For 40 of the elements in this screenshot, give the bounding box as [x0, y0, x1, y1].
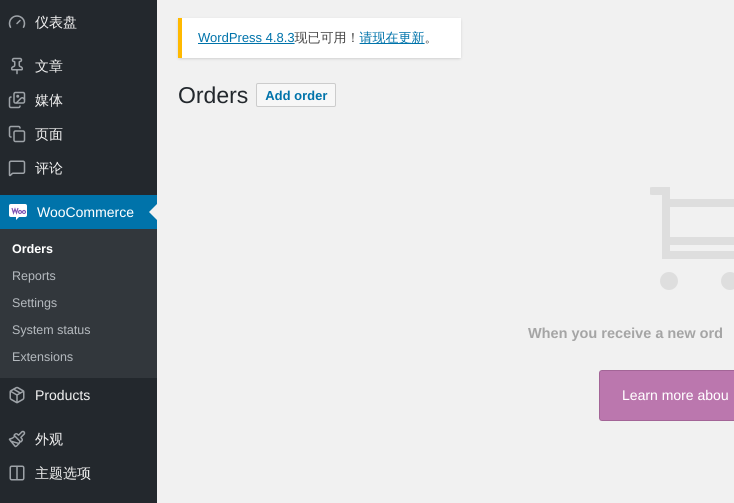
submenu-item[interactable]: Settings — [0, 290, 157, 317]
menu-label: 评论 — [35, 158, 63, 178]
menu-label: 文章 — [35, 56, 63, 76]
version-link[interactable]: WordPress 4.8.3 — [198, 28, 295, 48]
bubble-icon — [8, 203, 28, 221]
submenu-item[interactable]: Extensions — [0, 344, 157, 371]
submenu-item[interactable]: System status — [0, 317, 157, 344]
menu-item[interactable]: 页面 — [0, 117, 157, 151]
images-icon — [8, 91, 26, 109]
menu-item[interactable]: 主题选项 — [0, 456, 157, 490]
menu-label: WooCommerce — [37, 202, 134, 222]
notice-text: 现已可用！ — [294, 29, 360, 48]
menu-label: 主题选项 — [35, 464, 91, 482]
menu-label: 外观 — [35, 430, 63, 448]
menu-label: 媒体 — [35, 90, 63, 110]
menu-label: 仪表盘 — [35, 12, 77, 32]
pages-icon — [8, 125, 26, 143]
current-arrow-icon — [149, 204, 157, 220]
page-title: Orders — [178, 81, 248, 110]
menu-item[interactable]: 外观 — [0, 422, 157, 456]
menu-item[interactable]: Products — [0, 378, 157, 412]
update-link[interactable]: 请现在更新 — [360, 28, 425, 48]
menu-item[interactable]: WooCommerce — [0, 195, 157, 229]
box-icon — [8, 386, 26, 404]
submenu-item[interactable]: Orders — [0, 236, 157, 263]
menu-item[interactable]: 仪表盘 — [0, 5, 157, 39]
gauge-icon — [8, 13, 26, 31]
notice-period: 。 — [424, 29, 438, 48]
pin-icon — [8, 57, 26, 75]
paintbrush-icon — [8, 430, 26, 448]
add-order-button[interactable]: Add order — [256, 83, 336, 108]
menu-item[interactable]: 文章 — [0, 49, 157, 83]
speech-bubble-icon — [8, 159, 26, 177]
menu-label: Products — [35, 386, 90, 404]
menu-label: 页面 — [35, 124, 63, 144]
empty-state-message: When you receive a new ord — [528, 324, 724, 344]
menu-item[interactable]: 评论 — [0, 151, 157, 185]
columns-icon — [8, 464, 26, 482]
submenu-item[interactable]: Reports — [0, 263, 157, 290]
menu-item[interactable]: 媒体 — [0, 83, 157, 117]
